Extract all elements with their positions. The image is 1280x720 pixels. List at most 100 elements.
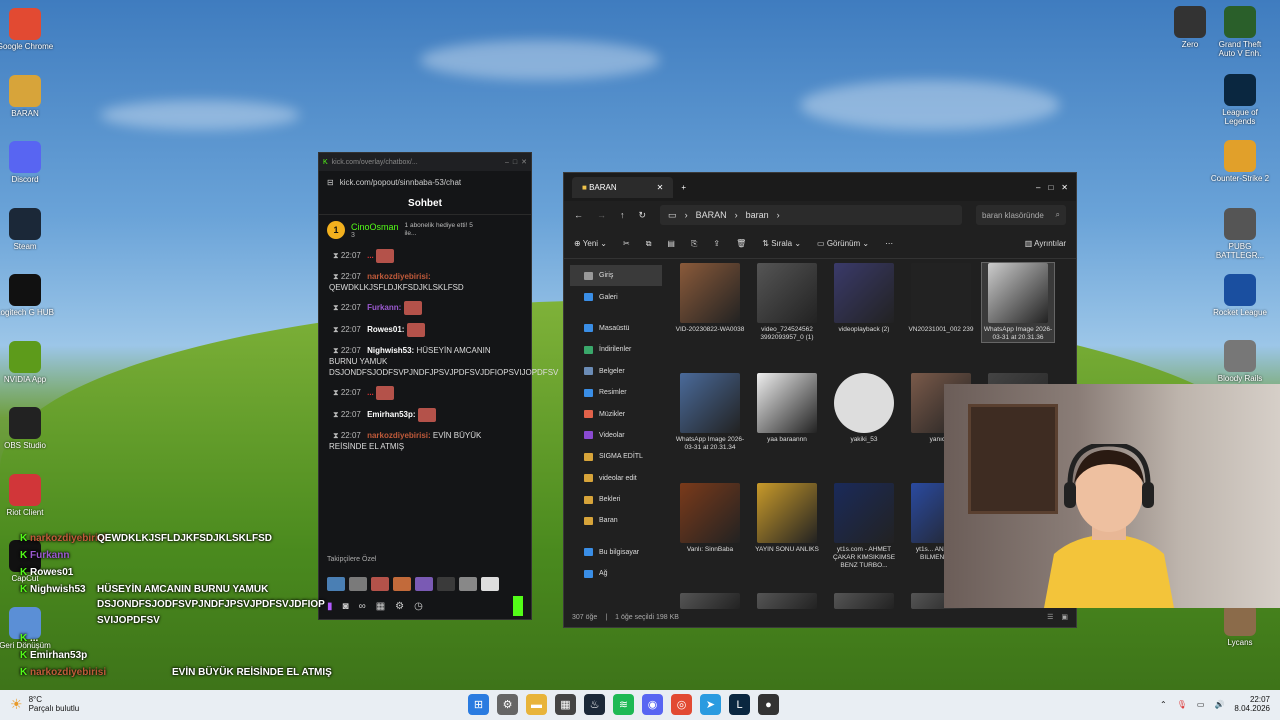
message-user[interactable]: ... xyxy=(367,251,376,260)
desktop-icon-discord[interactable]: Discord xyxy=(0,141,55,184)
message-user[interactable]: ... xyxy=(367,388,376,397)
file-item[interactable]: Vanlı: SinnBaba xyxy=(674,483,746,554)
store-icon[interactable]: ▦ xyxy=(555,694,576,715)
copy-icon[interactable]: ⧉ xyxy=(646,239,652,249)
desktop-icon-steam[interactable]: Steam xyxy=(0,207,55,251)
emote-bar[interactable] xyxy=(327,577,499,591)
file-explorer-icon[interactable]: ▬ xyxy=(526,694,547,715)
maximize-icon[interactable]: □ xyxy=(513,159,517,166)
sidebar-item[interactable]: Masaüstü xyxy=(570,318,662,339)
file-item[interactable]: WhatsApp Image 2026-03-31 at 20.31.34 xyxy=(674,373,746,452)
chat-input-bar[interactable]: ▮ ◙ ∞ ▦ ⚙ ◷ xyxy=(319,593,531,619)
sidebar-item[interactable]: Galeri xyxy=(570,286,662,307)
details-view-icon[interactable]: ☰ xyxy=(1047,613,1053,621)
close-icon[interactable]: ✕ xyxy=(1061,183,1068,192)
delete-icon[interactable]: 🗑 xyxy=(736,239,746,248)
network-icon[interactable]: ▭ xyxy=(1197,700,1205,709)
desktop-icon-nvidia-app[interactable]: NVIDIA App xyxy=(0,340,55,384)
sidebar-item[interactable]: Baran xyxy=(570,510,662,531)
sidebar-item[interactable]: videolar edit xyxy=(570,468,662,489)
settings-app-icon[interactable]: ⚙ xyxy=(497,694,518,715)
message-user[interactable]: Nighwish53: xyxy=(367,346,416,355)
user-badge-icon[interactable]: ▮ xyxy=(327,601,333,612)
sidebar-item[interactable]: Resimler xyxy=(570,382,662,403)
kick-titlebar[interactable]: K kick.com/overlay/chatbox/... – □ ✕ xyxy=(319,153,531,171)
steam-icon[interactable]: ♨ xyxy=(584,694,605,715)
file-item[interactable]: WhatsApp Image 2026-03-31 at 20.31.36 xyxy=(981,262,1055,343)
link-icon[interactable]: ∞ xyxy=(359,601,366,612)
league-icon[interactable]: L xyxy=(729,694,750,715)
message-user[interactable]: Emirhan53p: xyxy=(367,410,418,419)
sidebar-item[interactable]: Belgeler xyxy=(570,361,662,382)
sidebar-item[interactable]: Giriş xyxy=(570,265,662,287)
file-item[interactable]: YAYIN SONU ANLIKS xyxy=(751,483,823,554)
view-button[interactable]: ▭ Görünüm ⌄ xyxy=(817,239,869,248)
sidebar-item[interactable]: İndirilenler xyxy=(570,339,662,360)
desktop-icon-counter-strike[interactable]: Counter-Strike 2 xyxy=(1210,140,1270,183)
message-user[interactable]: Rowes01: xyxy=(367,325,407,334)
maximize-icon[interactable]: □ xyxy=(1048,183,1053,192)
message-user[interactable]: Furkann: xyxy=(367,303,403,312)
sidebar-item[interactable]: SIGMA EDİTL xyxy=(570,446,662,467)
desktop-icon-google-chrome[interactable]: Google Chrome xyxy=(0,8,55,51)
message-user[interactable]: narkozdiyebirisi: xyxy=(367,272,431,281)
share-icon[interactable]: ⇪ xyxy=(713,239,720,248)
kick-url-bar[interactable]: ⊟ kick.com/popout/sinnbaba-53/chat xyxy=(319,171,531,193)
new-button[interactable]: ⊕ Yeni ⌄ xyxy=(574,239,607,248)
cut-icon[interactable]: ✂ xyxy=(623,239,630,248)
mic-icon[interactable]: 🎙 xyxy=(1177,700,1187,709)
desktop-icon-obs-studio[interactable]: OBS Studio xyxy=(0,407,55,450)
sidebar-item[interactable]: Bu bilgisayar xyxy=(570,542,662,563)
clock[interactable]: 22:07 8.04.2026 xyxy=(1234,695,1270,713)
desktop-icon-league[interactable]: League of Legends xyxy=(1210,74,1270,126)
sidebar-item[interactable]: Müzikler xyxy=(570,403,662,424)
desktop-icon-gta[interactable]: Grand Theft Auto V Enh. xyxy=(1210,6,1270,58)
up-icon[interactable]: ↑ xyxy=(620,210,625,220)
close-icon[interactable]: ✕ xyxy=(521,158,527,166)
file-item[interactable]: videoplayback (2) xyxy=(828,263,900,334)
paste-icon[interactable]: ▤ xyxy=(667,239,675,248)
details-button[interactable]: ▥ Ayrıntılar xyxy=(1025,239,1066,248)
breadcrumb[interactable]: ▭ › BARAN › baran › xyxy=(660,205,962,225)
timer-icon[interactable]: ◷ xyxy=(414,601,423,612)
tab-baran[interactable]: ■ BARAN ✕ xyxy=(572,176,674,198)
minimize-icon[interactable]: – xyxy=(505,159,509,166)
telegram-icon[interactable]: ➤ xyxy=(700,694,721,715)
desktop-icon-riot-client[interactable]: Riot Client xyxy=(0,473,55,517)
file-item[interactable]: video_724524562 3992093957_0 (1) xyxy=(751,263,823,342)
tab-close-icon[interactable]: ✕ xyxy=(657,183,664,192)
desktop-icon-baran-folder[interactable]: BARAN xyxy=(0,74,55,118)
start-icon[interactable]: ⊞ xyxy=(468,694,489,715)
desktop-icon-pubg[interactable]: PUBG BATTLEGR... xyxy=(1210,208,1270,260)
desktop-icon-rocket-league[interactable]: Rocket League xyxy=(1210,274,1270,317)
search-input[interactable]: baran klasöründe ⌕ xyxy=(976,205,1066,225)
breadcrumb-item[interactable]: BARAN xyxy=(696,210,727,220)
weather-widget[interactable]: ☀ 8°C Parçalı bulutlu xyxy=(10,695,79,713)
file-item[interactable]: yaa baraannn xyxy=(751,373,823,444)
send-button[interactable] xyxy=(513,596,523,616)
discord-icon[interactable]: ◉ xyxy=(642,694,663,715)
breadcrumb-item[interactable]: baran xyxy=(746,210,769,220)
tiles-view-icon[interactable]: ▣ xyxy=(1061,613,1068,621)
message-user[interactable]: narkozdiyebirisi: xyxy=(367,431,433,440)
file-item[interactable]: VID-20230822-WA0038 xyxy=(674,263,746,334)
minimize-icon[interactable]: – xyxy=(1036,183,1040,192)
volume-icon[interactable]: 🔊 xyxy=(1214,700,1224,709)
sort-button[interactable]: ⇅ Sırala ⌄ xyxy=(762,239,801,248)
file-item[interactable]: VN20231001_002 239 xyxy=(905,263,977,334)
forward-icon[interactable]: → xyxy=(597,210,606,220)
sidebar-item[interactable]: Videolar xyxy=(570,425,662,446)
spotify-icon[interactable]: ≋ xyxy=(613,694,634,715)
sidebar-item[interactable]: Ağ xyxy=(570,563,662,584)
rename-icon[interactable]: ⎘ xyxy=(691,239,697,249)
desktop-icon-logitech-g-hub[interactable]: Logitech G HUB xyxy=(0,274,55,317)
desktop-icon-user[interactable]: Lycans xyxy=(1210,604,1270,647)
file-item[interactable]: yt1s.com - AHMET ÇAKAR KIMSIKIMSE BENZ T… xyxy=(828,483,900,570)
settings-icon[interactable]: ⚙ xyxy=(395,601,404,612)
kick-chat-window[interactable]: K kick.com/overlay/chatbox/... – □ ✕ ⊟ k… xyxy=(318,152,558,620)
calendar-icon[interactable]: ▦ xyxy=(376,601,385,612)
file-item[interactable]: yakiki_53 xyxy=(828,373,900,444)
new-tab-icon[interactable]: + xyxy=(681,183,686,192)
camera-icon[interactable]: ◙ xyxy=(343,601,349,612)
obs-icon[interactable]: ● xyxy=(758,694,779,715)
